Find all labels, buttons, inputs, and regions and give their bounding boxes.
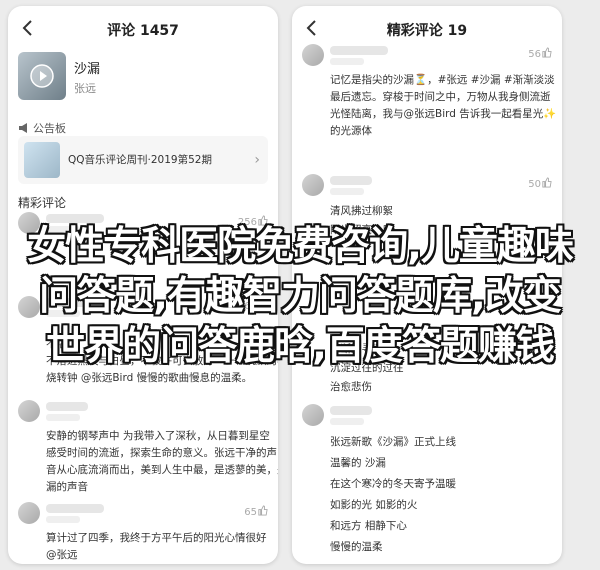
notice-card[interactable]: QQ音乐评论周刊·2019第52期 › <box>18 136 268 184</box>
avatar[interactable] <box>18 400 40 422</box>
thumbs-up-icon <box>257 505 268 516</box>
username[interactable] <box>330 176 372 185</box>
avatar[interactable] <box>302 404 324 426</box>
comment-body: 算计过了四季，我终于方平午后的阳光心情很好 @张远 <box>46 532 267 561</box>
overlay-headline: 女性专科医院免费咨询,儿童趣味 问答题,有趣智力问答题库,改变 世界的问答鹿晗,… <box>0 222 600 372</box>
chevron-right-icon: › <box>254 152 260 168</box>
thumbs-up-icon <box>541 47 552 58</box>
avatar[interactable] <box>18 502 40 524</box>
username[interactable] <box>330 406 372 415</box>
comment-body: 记忆是指尖的沙漏⏳，#张远 #沙漏 #渐渐淡淡 最后遗忘。穿梭于时间之中，万物从… <box>330 74 557 137</box>
comment-date <box>46 414 80 421</box>
overlay-line: 问答题,有趣智力问答题库,改变 <box>39 274 562 319</box>
notice-section-label: 公告板 <box>33 122 66 135</box>
notice-text: QQ音乐评论周刊·2019第52期 <box>68 154 212 166</box>
like-button[interactable]: 50 <box>528 177 554 190</box>
comment-item: 56 记忆是指尖的沙漏⏳，#张远 #沙漏 #渐渐淡淡 最后遗忘。穿梭于时间之中，… <box>302 44 557 164</box>
avatar[interactable] <box>302 44 324 66</box>
top-bar: 评论 1457 <box>8 6 278 52</box>
comment-item: 张远新歌《沙漏》正式上线 温馨的 沙漏 在这个寒冷的冬天寄予温暖 如影的光 如影… <box>302 404 554 564</box>
username[interactable] <box>46 402 88 411</box>
username[interactable] <box>46 504 104 513</box>
comments-section-header: 精彩评论 <box>18 196 67 210</box>
username[interactable] <box>330 46 388 55</box>
thumbs-up-icon <box>541 177 552 188</box>
overlay-line: 世界的问答鹿晗,百度答题赚钱 <box>46 324 555 369</box>
avatar[interactable] <box>302 174 324 196</box>
page-title: 精彩评论 19 <box>386 23 468 39</box>
album-cover[interactable] <box>18 52 66 100</box>
comment-date <box>330 188 364 195</box>
comment-body: 张远新歌《沙漏》正式上线 温馨的 沙漏 在这个寒冷的冬天寄予温暖 如影的光 如影… <box>330 436 456 553</box>
song-card[interactable]: 沙漏 张远 <box>18 52 268 112</box>
comment-item: 65 算计过了四季，我终于方平午后的阳光心情很好 @张远 <box>18 502 270 562</box>
page-title: 评论 1457 <box>107 23 179 39</box>
comment-date <box>330 418 364 425</box>
song-artist[interactable]: 张远 <box>74 80 96 96</box>
play-icon[interactable] <box>30 64 54 88</box>
like-button[interactable]: 56 <box>528 47 554 60</box>
comment-date <box>46 516 80 523</box>
overlay-line: 女性专科医院免费咨询,儿童趣味 <box>27 224 574 269</box>
megaphone-icon <box>18 122 30 134</box>
notice-section-header: 公告板 <box>18 120 66 136</box>
notice-thumbnail <box>24 142 60 178</box>
like-button[interactable]: 65 <box>244 505 270 518</box>
comment-date <box>330 58 364 65</box>
comment-body: 安静的钢琴声中 为我带入了深秋，从日暮到星空 感受时间的流逝，探索生命的意义。张… <box>46 430 278 493</box>
song-title: 沙漏 <box>74 62 101 77</box>
comment-item: 安静的钢琴声中 为我带入了深秋，从日暮到星空 感受时间的流逝，探索生命的意义。张… <box>18 400 278 496</box>
